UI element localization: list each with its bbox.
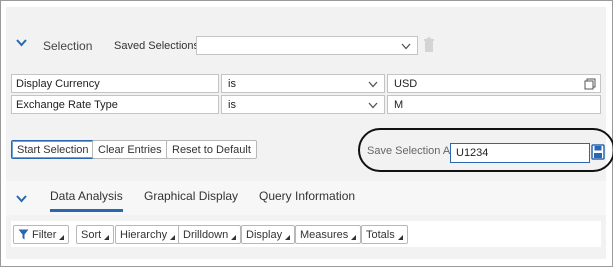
row-label: Display Currency [11,74,219,93]
hierarchy-label: Hierarchy [120,229,168,241]
measures-label: Measures [300,229,349,241]
filter-icon [18,229,29,243]
chevron-down-icon[interactable] [16,39,27,49]
clear-entries-button[interactable]: Clear Entries [92,140,168,159]
selection-title[interactable]: Selection [43,39,92,53]
sort-button[interactable]: Sort [76,225,115,244]
operator-dropdown[interactable]: is [221,74,385,93]
totals-button[interactable]: Totals [361,225,408,244]
display-button[interactable]: Display [241,225,296,244]
saved-selections-label: Saved Selections: [114,40,203,52]
operator-dropdown[interactable]: is [221,95,385,114]
drilldown-button[interactable]: Drilldown [178,225,242,244]
hierarchy-button[interactable]: Hierarchy [115,225,181,244]
tab-query-information[interactable]: Query Information [259,189,355,209]
app-frame: Selection Saved Selections: Display Curr… [0,0,613,267]
saved-selections-dropdown[interactable] [196,36,418,55]
currency-value-field[interactable]: USD [387,74,601,93]
selection-row-display-currency: Display Currency is USD [11,74,601,93]
value-text: M [394,99,404,111]
totals-label: Totals [366,229,395,241]
chevron-down-icon[interactable] [16,195,27,205]
drilldown-label: Drilldown [183,229,229,241]
operator-value: is [228,78,236,90]
sort-label: Sort [81,229,102,241]
value-help-icon[interactable] [584,78,596,93]
operator-value: is [228,99,236,111]
display-label: Display [246,229,283,241]
tab-graphical-display[interactable]: Graphical Display [144,189,238,209]
save-selection-as-label: Save Selection As: [367,145,459,157]
exchange-rate-value-field[interactable]: M [387,95,601,114]
analysis-toolbar: Filter Sort Hierarchy Drilldown Display … [11,221,601,247]
filter-label: Filter [32,229,57,241]
value-text: USD [394,78,418,90]
trash-icon[interactable] [423,37,435,53]
measures-button[interactable]: Measures [295,225,362,244]
selection-panel: Selection Saved Selections: Display Curr… [6,7,613,259]
filter-button[interactable]: Filter [13,225,70,244]
chevron-down-icon [401,41,411,53]
save-selection-as-input[interactable]: U1234 [450,143,590,163]
tab-data-analysis[interactable]: Data Analysis [50,189,123,212]
selection-header: Selection Saved Selections: [10,35,600,55]
start-selection-button[interactable]: Start Selection [11,140,95,159]
save-icon[interactable] [591,144,605,160]
row-label: Exchange Rate Type [11,95,219,114]
chevron-down-icon [368,100,378,112]
reset-to-default-button[interactable]: Reset to Default [166,140,257,159]
selection-row-exchange-rate-type: Exchange Rate Type is M [11,95,601,114]
chevron-down-icon [368,79,378,91]
tab-bar: Data Analysis Graphical Display Query In… [6,181,606,215]
